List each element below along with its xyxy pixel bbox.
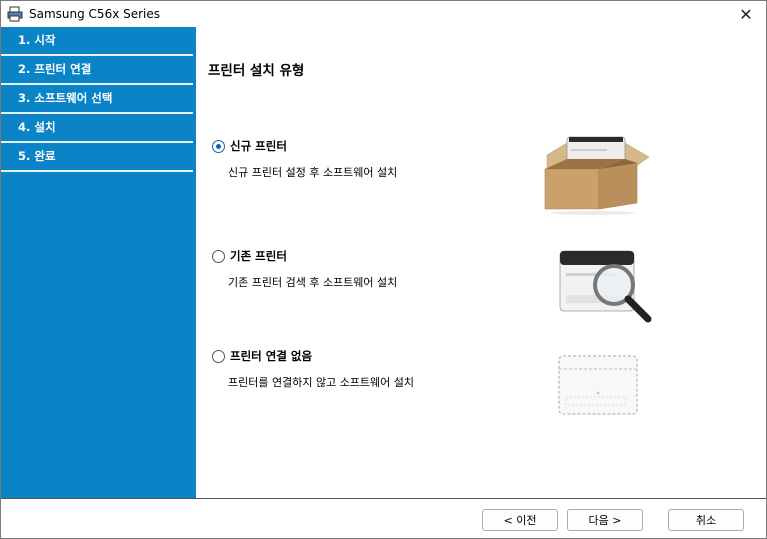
title-bar: Samsung C56x Series ✕ (1, 1, 766, 27)
sidebar-step-start[interactable]: 1. 시작 (1, 27, 193, 56)
page-title: 프린터 설치 유형 (208, 63, 305, 79)
radio-existing-printer[interactable] (212, 250, 225, 263)
sidebar-step-software-selection[interactable]: 3. 소프트웨어 선택 (1, 85, 193, 114)
sidebar-step-install[interactable]: 4. 설치 (1, 114, 193, 143)
next-button[interactable]: 다음 > (567, 509, 643, 531)
installer-window: Samsung C56x Series ✕ 1. 시작 2. 프린터 연결 3.… (0, 0, 767, 539)
steps-sidebar: 1. 시작 2. 프린터 연결 3. 소프트웨어 선택 4. 설치 5. 완료 (1, 27, 196, 499)
option-new-printer-description: 신규 프린터 설정 후 소프트웨어 설치 (228, 166, 398, 179)
option-no-connection-description: 프린터를 연결하지 않고 소프트웨어 설치 (228, 376, 415, 389)
close-button[interactable]: ✕ (726, 1, 766, 27)
radio-no-connection[interactable] (212, 350, 225, 363)
main-panel: 프린터 설치 유형 신규 프린터 신규 프린터 설정 후 소프트웨어 설치 기존… (196, 27, 766, 499)
option-existing-printer-label[interactable]: 기존 프린터 (230, 248, 287, 264)
printer-app-icon (7, 6, 23, 22)
option-new-printer-label[interactable]: 신규 프린터 (230, 138, 287, 154)
sidebar-step-finish[interactable]: 5. 완료 (1, 143, 193, 172)
radio-new-printer[interactable] (212, 140, 225, 153)
printer-magnifier-icon (559, 250, 652, 323)
option-no-connection-label[interactable]: 프린터 연결 없음 (230, 348, 312, 364)
window-title: Samsung C56x Series (29, 7, 161, 21)
printer-in-box-icon (544, 136, 650, 215)
option-existing-printer-description: 기존 프린터 검색 후 소프트웨어 설치 (228, 276, 398, 289)
cancel-button[interactable]: 취소 (668, 509, 744, 531)
back-button[interactable]: < 이전 (482, 509, 558, 531)
footer-bar: < 이전 다음 > 취소 (1, 499, 766, 538)
printer-outline-icon (558, 355, 638, 415)
sidebar-step-printer-connection[interactable]: 2. 프린터 연결 (1, 56, 193, 85)
